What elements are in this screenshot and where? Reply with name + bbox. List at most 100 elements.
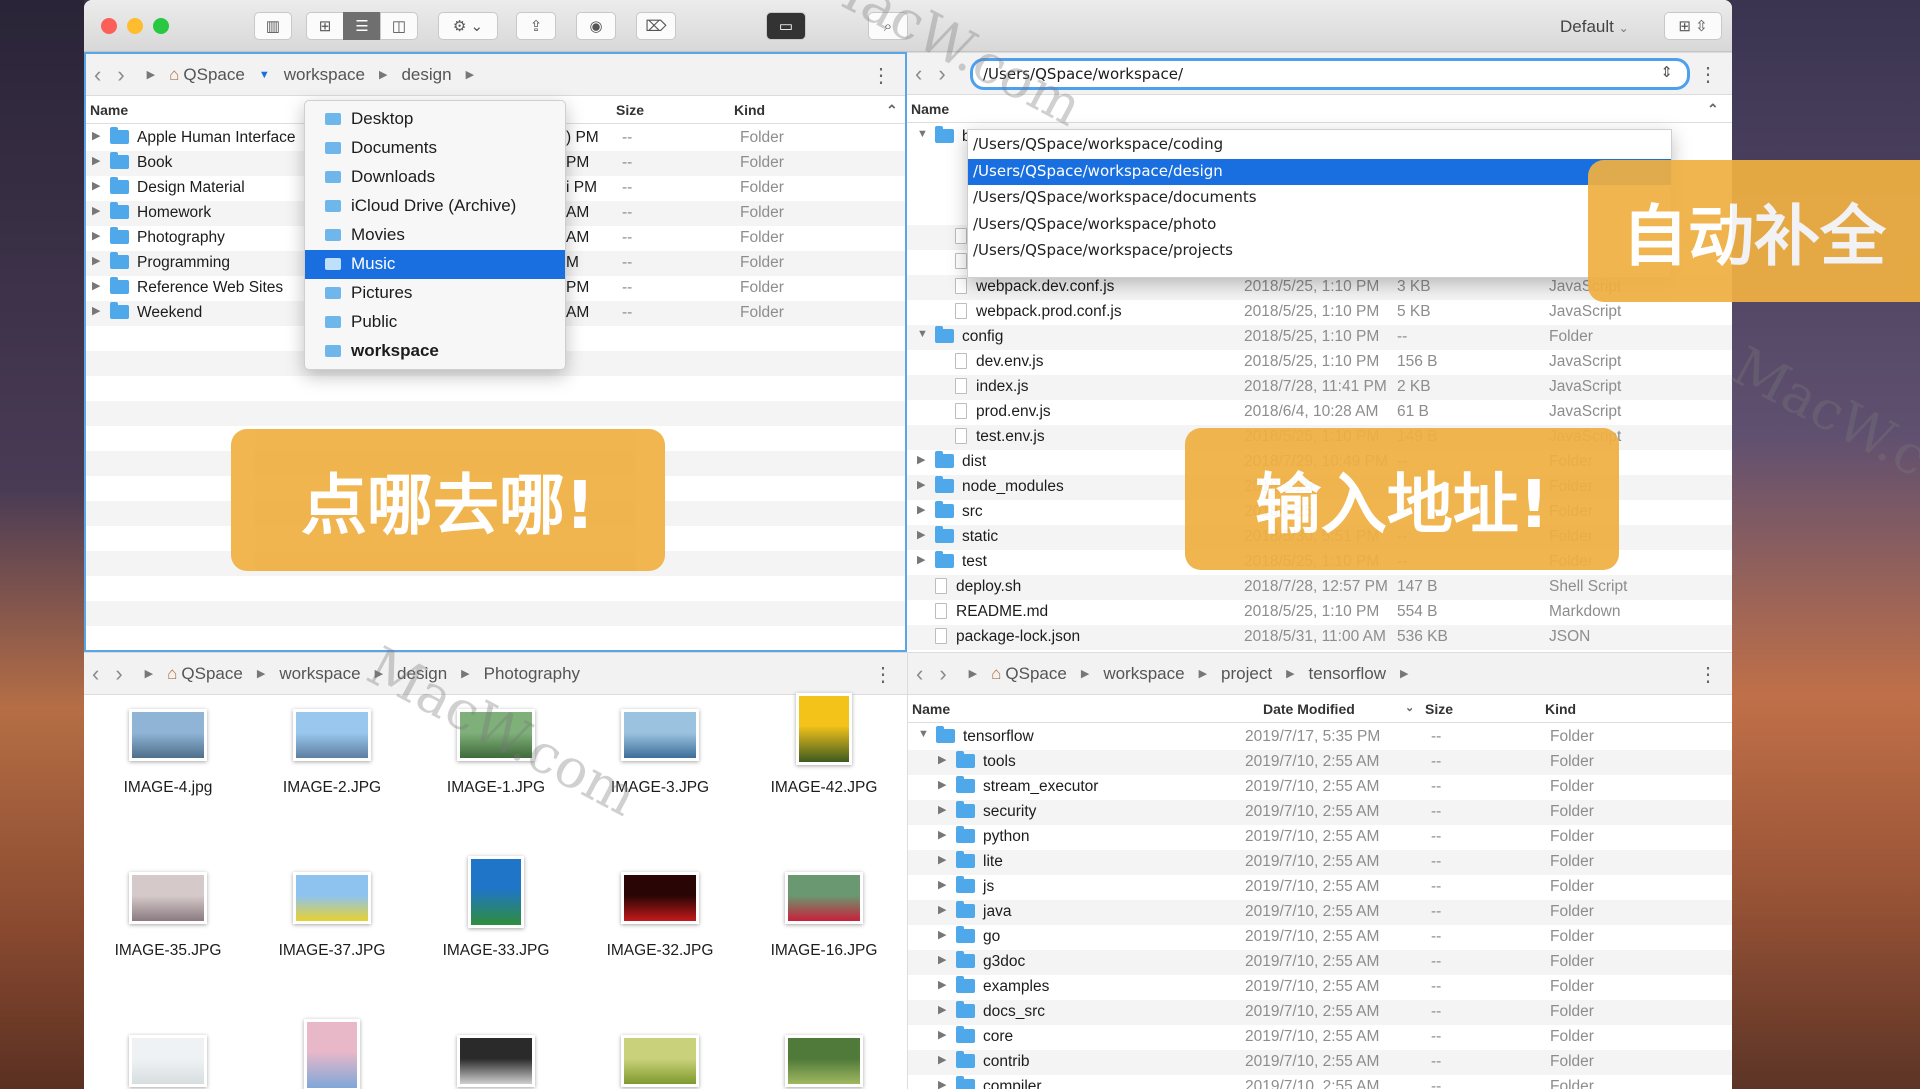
image-thumbnail[interactable] (304, 1019, 360, 1089)
menu-item-movies[interactable]: Movies (305, 221, 565, 250)
disclosure-triangle-icon[interactable]: ▶ (917, 528, 925, 541)
table-row[interactable]: ▼ tensorflow 2019/7/17, 5:35 PM -- Folder (908, 725, 1732, 750)
image-thumbnail[interactable] (785, 872, 863, 924)
more-options-icon[interactable]: ⋮ (1698, 62, 1718, 87)
header-date-modified[interactable]: Date Modified (1263, 701, 1355, 717)
table-row[interactable]: deploy.sh 2018/7/28, 12:57 PM 147 B Shell S… (907, 575, 1732, 600)
menu-item-public[interactable]: Public (305, 308, 565, 337)
sidebar-toggle-button[interactable]: ▥ (254, 12, 292, 40)
back-icon[interactable]: ‹ (92, 661, 99, 687)
tag-button[interactable]: ⌦ (636, 12, 676, 40)
disclosure-triangle-icon[interactable]: ▼ (917, 328, 928, 340)
back-icon[interactable]: ‹ (915, 61, 922, 87)
back-icon[interactable]: ‹ (94, 62, 101, 88)
disclosure-triangle-icon[interactable]: ▶ (92, 129, 100, 142)
crumb-workspace[interactable]: workspace (279, 664, 360, 684)
minimize-button[interactable] (127, 18, 143, 34)
header-kind[interactable]: Kind (734, 102, 765, 118)
image-thumbnail[interactable] (129, 872, 207, 924)
stepper-icon[interactable]: ⇕ (1660, 63, 1673, 81)
column-view-button[interactable]: ◫ (380, 12, 418, 40)
disclosure-triangle-icon[interactable]: ▶ (938, 803, 946, 816)
disclosure-triangle-icon[interactable]: ▶ (938, 853, 946, 866)
image-thumbnail[interactable] (621, 872, 699, 924)
disclosure-triangle-icon[interactable]: ▶ (938, 878, 946, 891)
table-row[interactable]: ▶ contrib 2019/7/10, 2:55 AM -- Folder (908, 1050, 1732, 1075)
pane-layout-button[interactable]: ⊞ ⇳ (1664, 12, 1722, 40)
header-name[interactable]: Name (912, 701, 950, 717)
table-row[interactable]: ▶ tools 2019/7/10, 2:55 AM -- Folder (908, 750, 1732, 775)
crumb-photography[interactable]: Photography (484, 664, 580, 684)
crumb-qspace[interactable]: ⌂ QSpace (991, 664, 1067, 684)
menu-item-downloads[interactable]: Downloads (305, 163, 565, 192)
header-size[interactable]: Size (1425, 701, 1453, 717)
table-row[interactable]: ▶ js 2019/7/10, 2:55 AM -- Folder (908, 875, 1732, 900)
menu-item-icloud-drive-archive-[interactable]: iCloud Drive (Archive) (305, 192, 565, 221)
table-row[interactable]: ▶ java 2019/7/10, 2:55 AM -- Folder (908, 900, 1732, 925)
disclosure-triangle-icon[interactable]: ▶ (938, 953, 946, 966)
airdrop-button[interactable]: ◉ (576, 12, 616, 40)
menu-item-pictures[interactable]: Pictures (305, 279, 565, 308)
icon-view-button[interactable]: ⊞ (306, 12, 344, 40)
image-thumbnail[interactable] (293, 872, 371, 924)
disclosure-triangle-icon[interactable]: ▶ (938, 978, 946, 991)
disclosure-triangle-icon[interactable]: ▶ (92, 229, 100, 242)
forward-icon[interactable]: › (115, 661, 122, 687)
zoom-button[interactable] (153, 18, 169, 34)
crumb-workspace[interactable]: workspace (1103, 664, 1184, 684)
disclosure-triangle-icon[interactable]: ▼ (918, 728, 929, 740)
disclosure-triangle-icon[interactable]: ▶ (917, 478, 925, 491)
sort-chevron-icon[interactable]: ⌃ (1707, 101, 1719, 118)
table-row[interactable]: ▶ go 2019/7/10, 2:55 AM -- Folder (908, 925, 1732, 950)
autocomplete-item[interactable]: /Users/QSpace/workspace/documents (968, 185, 1671, 211)
sort-chevron-icon[interactable]: ⌃ (886, 102, 898, 119)
disclosure-triangle-icon[interactable]: ▶ (938, 828, 946, 841)
image-thumbnail[interactable] (621, 709, 699, 761)
forward-icon[interactable]: › (117, 62, 124, 88)
back-icon[interactable]: ‹ (916, 661, 923, 687)
table-row[interactable]: ▶ examples 2019/7/10, 2:55 AM -- Folder (908, 975, 1732, 1000)
table-row[interactable]: prod.env.js 2018/6/4, 10:28 AM 61 B JavaScr… (907, 400, 1732, 425)
disclosure-triangle-icon[interactable]: ▶ (938, 778, 946, 791)
table-row[interactable]: ▶ core 2019/7/10, 2:55 AM -- Folder (908, 1025, 1732, 1050)
table-row[interactable]: package-lock.json 2018/5/31, 11:00 AM 536 … (907, 625, 1732, 650)
table-row[interactable]: ▶ lite 2019/7/10, 2:55 AM -- Folder (908, 850, 1732, 875)
table-row[interactable]: ▶ security 2019/7/10, 2:55 AM -- Folder (908, 800, 1732, 825)
header-name[interactable]: Name (90, 102, 128, 118)
disclosure-triangle-icon[interactable]: ▶ (938, 903, 946, 916)
sort-chevron-icon[interactable]: ⌄ (1405, 701, 1414, 714)
autocomplete-item[interactable]: /Users/QSpace/workspace/coding (968, 132, 1671, 158)
disclosure-triangle-icon[interactable]: ▶ (938, 1028, 946, 1041)
disclosure-triangle-icon[interactable]: ▶ (92, 154, 100, 167)
disclosure-triangle-icon[interactable]: ▶ (938, 928, 946, 941)
table-row[interactable]: ▶ stream_executor 2019/7/10, 2:55 AM -- Fold… (908, 775, 1732, 800)
table-row[interactable]: ▶ docs_src 2019/7/10, 2:55 AM -- Folder (908, 1000, 1732, 1025)
table-row[interactable]: ▶ g3doc 2019/7/10, 2:55 AM -- Folder (908, 950, 1732, 975)
disclosure-triangle-icon[interactable]: ▶ (92, 304, 100, 317)
image-thumbnail[interactable] (468, 856, 524, 928)
disclosure-triangle-icon[interactable]: ▶ (938, 1053, 946, 1066)
table-row[interactable]: dev.env.js 2018/5/25, 1:10 PM 156 B JavaScr… (907, 350, 1732, 375)
disclosure-triangle-icon[interactable]: ▶ (917, 453, 925, 466)
disclosure-triangle-icon[interactable]: ▶ (938, 753, 946, 766)
crumb-project[interactable]: project (1221, 664, 1272, 684)
disclosure-triangle-icon[interactable]: ▶ (92, 204, 100, 217)
autocomplete-item[interactable]: /Users/QSpace/workspace/photo (968, 212, 1671, 238)
more-options-icon[interactable]: ⋮ (873, 662, 893, 687)
table-row[interactable]: ▶ python 2019/7/10, 2:55 AM -- Folder (908, 825, 1732, 850)
menu-item-documents[interactable]: Documents (305, 134, 565, 163)
disclosure-triangle-icon[interactable]: ▶ (938, 1003, 946, 1016)
header-kind[interactable]: Kind (1545, 701, 1576, 717)
image-thumbnail[interactable] (457, 1035, 535, 1087)
crumb-qspace[interactable]: ⌂ QSpace (169, 65, 245, 85)
image-thumbnail[interactable] (785, 1035, 863, 1087)
crumb-tensorflow[interactable]: tensorflow (1309, 664, 1386, 684)
header-name[interactable]: Name (911, 101, 949, 117)
crumb-workspace[interactable]: workspace (284, 65, 365, 85)
disclosure-triangle-icon[interactable]: ▶ (938, 1078, 946, 1089)
share-button[interactable]: ⇪ (516, 12, 556, 40)
disclosure-triangle-icon[interactable]: ▼ (917, 128, 928, 140)
autocomplete-item[interactable]: /Users/QSpace/workspace/design (968, 158, 1671, 185)
table-row[interactable]: README.md 2018/5/25, 1:10 PM 554 B Markdown (907, 600, 1732, 625)
menu-item-music[interactable]: Music (305, 250, 565, 279)
